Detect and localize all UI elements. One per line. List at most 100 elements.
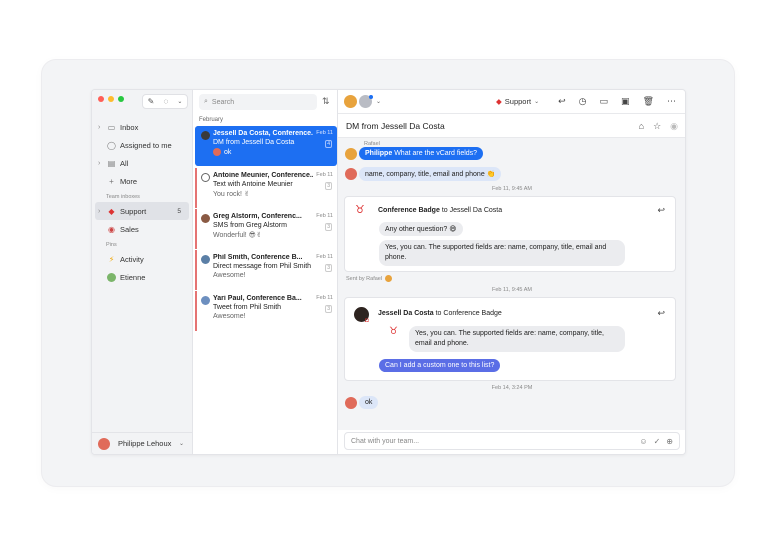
message-header: Conference Badge to Jessell Da Costa [378,207,502,214]
sidebar-item-more[interactable]: + More [92,172,192,190]
conversation-preview: You rock! ✌ [213,191,250,198]
chat-input[interactable]: Chat with your team... ☺ ✓ ⊕ [344,432,680,450]
zoom-window-button[interactable] [118,96,124,102]
check-icon[interactable]: ✓ [654,437,661,446]
toolbar-actions: ↩ ◷ ▭ ▣ 🗑 ⋯ [558,96,676,107]
online-dot [369,95,373,99]
list-item[interactable]: Jessell Da Costa, Conference... Feb 11 D… [195,126,337,166]
clock-icon[interactable]: ◷ [579,96,587,107]
instagram-icon: ◘ [365,318,369,324]
message-bubble: ok [359,396,379,409]
sidebar-item-label: Support [120,206,147,216]
close-window-button[interactable] [98,96,104,102]
archive-icon[interactable]: ▣ [621,96,630,107]
compose-icon[interactable]: ✎ [148,97,155,106]
list-item[interactable]: Phil Smith, Conference B... Feb 11 Direc… [195,250,337,290]
list-item[interactable]: Yari Paul, Conference Ba... Feb 11 Tweet… [195,291,337,331]
list-item[interactable]: Greg Alstorm, Conferenc... Feb 11 SMS fr… [195,209,337,249]
avatar [201,296,210,305]
sidebar-item-all[interactable]: › ▤ All [92,154,192,172]
avatar [345,148,357,160]
plus-icon: + [109,176,114,186]
conversation-subject: Yari Paul, Conference Ba... [213,295,302,302]
inbox-selector-label: Support [504,97,532,106]
quoted-message: Yes, you can. The supported fields are: … [409,326,625,352]
avatar [201,131,210,140]
pins-label: Pins [106,242,117,248]
sidebar-item-label: Assigned to me [120,140,172,150]
message-text: What are the vCard fields? [394,150,478,157]
conversation-subject: Antoine Meunier, Conference... [213,172,313,179]
more-icon[interactable]: ⋯ [667,96,676,107]
search-input[interactable]: ⌕ Search [199,94,317,110]
message-bubble: name, company, title, email and phone 👏 [359,167,502,181]
subject-actions: ⌂ ☆ ◉ [639,121,678,132]
chat-bubble-icon[interactable]: ◌ [163,97,168,106]
conversation-subject: Phil Smith, Conference B... [213,254,303,261]
list-item[interactable]: Antoine Meunier, Conference... Feb 11 Te… [195,168,337,208]
conversation-title: DM from Jessell Da Costa [346,120,445,131]
conversation-summary: Text with Antoine Meunier [213,181,293,188]
timestamp: Feb 14, 3:24 PM [491,385,533,391]
avatar [106,272,117,282]
conversation-summary: SMS from Greg Alstorm [213,222,287,229]
conversation-view: ⌄ ◆ Support ⌄ ↩ ◷ ▭ ▣ 🗑 ⋯ DM from Jessel… [338,90,685,454]
all-icon: ▤ [107,158,116,168]
chevron-down-icon[interactable]: ⌄ [179,440,184,447]
message-bubble: Can I add a custom one to this list? [379,359,501,372]
sender-name: Conference Badge [378,207,440,214]
message-bubble: Philippe What are the vCard fields? [359,147,484,160]
user-menu[interactable]: Philippe Lehoux ⌄ [92,432,192,454]
support-inbox-icon: ◆ [108,206,115,216]
sidebar-item-activity[interactable]: ⚡ Activity [92,250,192,268]
eye-icon[interactable]: ◉ [670,121,678,132]
trash-icon[interactable]: 🗑 [643,96,654,107]
sidebar-item-inbox[interactable]: › ▭ Inbox [92,118,192,136]
sidebar-item-label: Activity [120,254,144,264]
conversation-summary: Direct message from Phil Smith [213,263,312,270]
emoji-icon[interactable]: ☺ [639,437,647,446]
chevron-right-icon[interactable]: › [98,124,100,131]
unread-count: 5 [177,207,181,215]
inbox-selector[interactable]: ◆ Support ⌄ [496,97,539,106]
conversation-date: Feb 11 [316,295,333,301]
conversation-subject: Jessell Da Costa, Conference... [213,130,313,137]
reply-icon[interactable]: ↩ [558,96,566,107]
star-icon[interactable]: ☆ [653,121,661,132]
tag-icon[interactable]: ⌂ [639,121,644,132]
reply-icon[interactable]: ↩ [657,308,665,319]
sales-inbox-icon: ◉ [108,224,115,234]
badge-bot-icon: ♉ [389,326,398,337]
sidebar-item-assigned[interactable]: ◯ Assigned to me [92,136,192,154]
inbox-tray-icon[interactable]: ▭ [600,96,609,107]
filter-icon[interactable]: ⇅ [322,96,330,107]
sidebar-item-label: All [120,158,129,168]
timestamp: Feb 11, 9:45 AM [492,287,532,293]
add-icon[interactable]: ⊕ [666,437,673,446]
sidebar-nav: › ▭ Inbox ◯ Assigned to me › ▤ All + Mor… [92,118,192,286]
sidebar-item-sales[interactable]: ◉ Sales [92,220,192,238]
sidebar-item-etienne[interactable]: Etienne [92,268,192,286]
avatar [213,148,221,156]
message-count: 3 [325,305,332,313]
conversation-preview: ok [213,148,333,156]
chevron-right-icon[interactable]: › [98,160,100,167]
chevron-down-icon[interactable]: ⌄ [376,98,381,105]
sidebar-item-label: Sales [120,224,139,234]
reply-icon[interactable]: ↩ [657,205,665,216]
preview-text: ok [224,148,232,156]
assignees[interactable]: ⌄ [344,95,381,108]
toolbar: ⌄ ◆ Support ⌄ ↩ ◷ ▭ ▣ 🗑 ⋯ [338,90,685,114]
avatar [201,255,210,264]
sidebar-item-support[interactable]: › ◆ Support 5 [95,202,189,220]
avatar [201,214,210,223]
chevron-right-icon[interactable]: › [98,208,100,215]
search-placeholder: Search [211,98,235,106]
message-count: 3 [325,182,332,190]
inbox-icon: ▭ [107,122,116,132]
avatar [345,168,357,180]
sent-by: Sent by Rafael [346,275,393,282]
chevron-down-icon[interactable]: ⌄ [177,98,182,105]
minimize-window-button[interactable] [108,96,114,102]
conversation-preview: Wonderful! 😎✌ [213,232,262,239]
